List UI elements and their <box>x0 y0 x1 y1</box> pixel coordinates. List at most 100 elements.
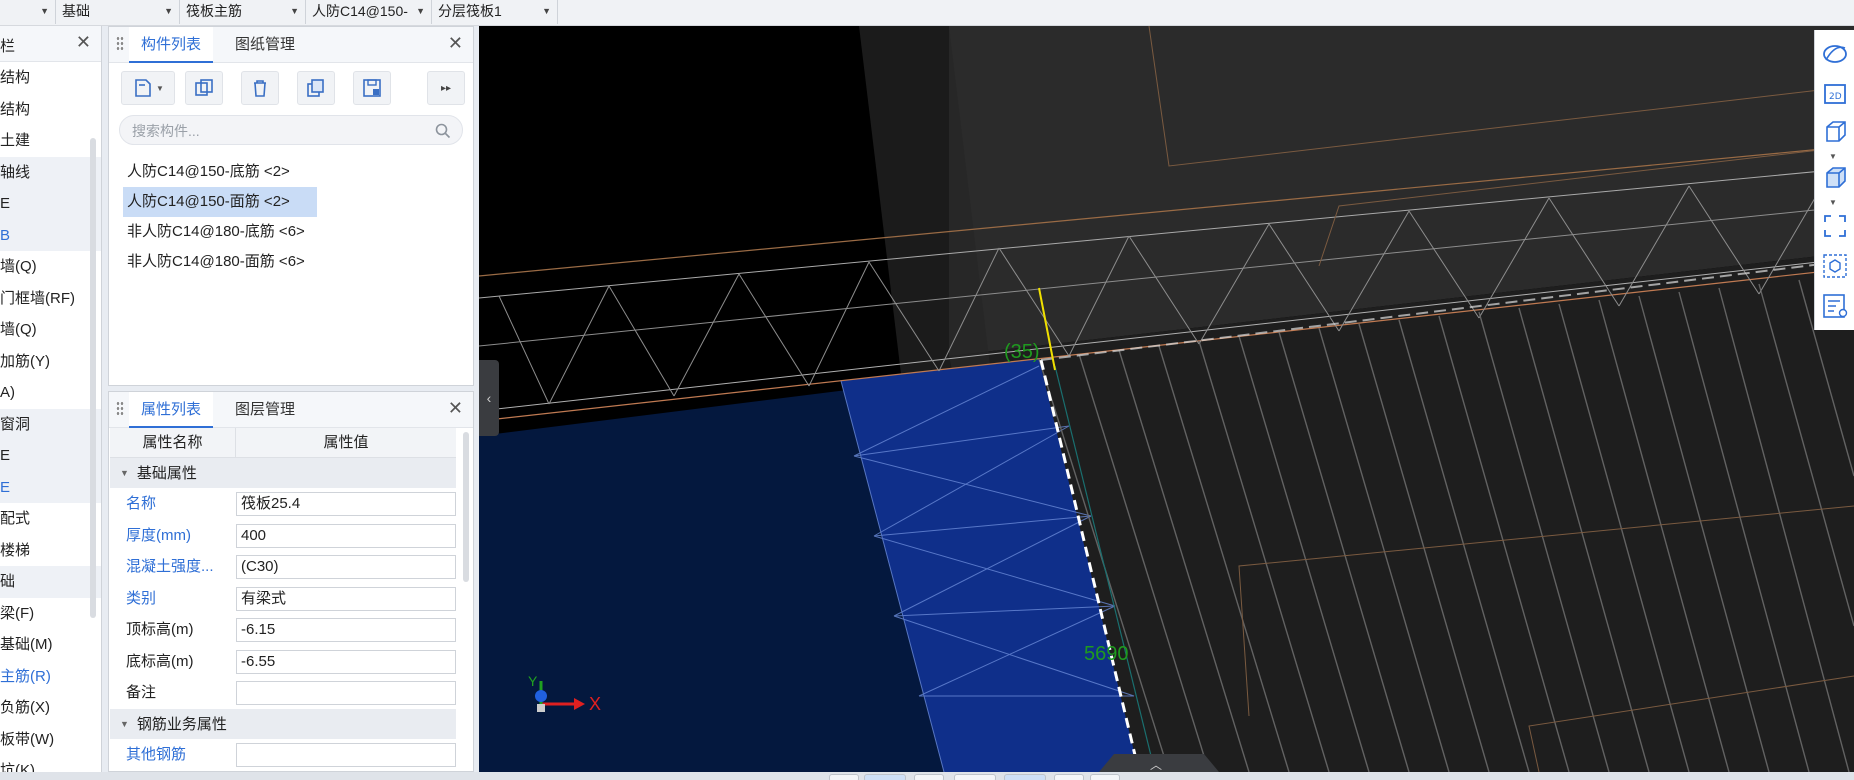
fullscreen-icon <box>1824 215 1846 237</box>
navigation-title: 栏 <box>0 38 16 55</box>
navigation-item[interactable]: 轴线 <box>0 156 101 188</box>
select-box-button[interactable] <box>1821 252 1849 280</box>
dropdown-blank[interactable]: ▼ <box>0 0 56 24</box>
dimension-label: (35) <box>1004 341 1040 363</box>
navigation-item[interactable]: 门框墙(RF) <box>0 283 101 315</box>
component-list-item[interactable]: 人防C14@150-面筋 <2> <box>123 187 317 217</box>
property-value-field[interactable]: -6.55 <box>236 649 456 674</box>
navigation-item[interactable]: 板带(W) <box>0 724 101 756</box>
status-toggle-button[interactable] <box>1004 774 1046 780</box>
property-row: 底标高(m) -6.55 <box>110 646 456 678</box>
cube-icon <box>1826 121 1846 142</box>
dropdown-component[interactable]: 人防C14@150- ▼ <box>306 0 432 24</box>
more-button[interactable]: ▸▸ <box>427 71 465 105</box>
chevron-down-icon: ▼ <box>40 6 49 16</box>
navigation-item[interactable]: 加筋(Y) <box>0 346 101 378</box>
tab-drawing-manage[interactable]: 图纸管理 <box>223 27 307 63</box>
dropdown-type[interactable]: 筏板主筋 ▼ <box>180 0 306 24</box>
navigation-item[interactable]: 梁(F) <box>0 598 101 630</box>
dropdown-category[interactable]: 基础 ▼ <box>56 0 180 24</box>
search-input[interactable] <box>132 121 432 141</box>
property-value-field[interactable] <box>236 742 456 767</box>
drawing-viewport[interactable]: (35) 5690 X Y ︿ <box>479 26 1854 772</box>
property-panel-tabs: 属性列表 图层管理 ✕ <box>109 392 473 428</box>
property-table-header: 属性名称 属性值 <box>110 428 456 458</box>
dropdown-type-value: 筏板主筋 <box>186 3 242 19</box>
navigation-item[interactable]: B <box>0 219 101 251</box>
status-toggle-button[interactable] <box>954 774 996 780</box>
navigation-item[interactable]: 基础(M) <box>0 629 101 661</box>
duplicate-button[interactable] <box>297 71 335 105</box>
status-toggle-button[interactable] <box>1090 774 1120 780</box>
navigation-item[interactable]: 墙(Q) <box>0 314 101 346</box>
navigation-item[interactable]: E <box>0 188 101 220</box>
model-canvas[interactable]: (35) 5690 X Y ︿ <box>479 26 1854 772</box>
navigation-item[interactable]: 负筋(X) <box>0 692 101 724</box>
copy-button[interactable] <box>185 71 223 105</box>
navigation-item[interactable]: 础 <box>0 566 101 598</box>
chevron-up-icon: ︿ <box>1150 758 1162 772</box>
property-table: 属性名称 属性值 ▼ 基础属性 名称 筏板25.4 厚度(mm) 400 混凝土强度...… <box>110 428 456 770</box>
navigation-item[interactable]: 主筋(R) <box>0 661 101 693</box>
save-template-button[interactable] <box>353 71 391 105</box>
property-panel: 属性列表 图层管理 ✕ 属性名称 属性值 ▼ 基础属性 名称 筏板25.4 厚度(mm… <box>108 391 474 772</box>
chevron-down-icon[interactable]: ▼ <box>1829 198 1837 207</box>
component-list-item[interactable]: 人防C14@150-底筋 <2> <box>123 157 317 187</box>
status-toggle-button[interactable] <box>829 774 859 780</box>
fullscreen-button[interactable] <box>1821 212 1849 240</box>
navigation-item[interactable]: 楼梯 <box>0 535 101 567</box>
property-value-field[interactable]: (C30) <box>236 555 456 579</box>
new-component-button[interactable]: ▼ <box>121 71 175 105</box>
dropdown-component-value: 人防C14@150- <box>312 3 408 19</box>
scrollbar[interactable] <box>463 432 469 582</box>
property-name: 类别 <box>126 589 157 607</box>
display-settings-button[interactable] <box>1821 292 1849 320</box>
chevron-down-icon[interactable]: ▼ <box>1829 152 1837 161</box>
property-row: 名称 筏板25.4 <box>110 488 456 520</box>
property-value-field[interactable]: 筏板25.4 <box>236 492 456 516</box>
tab-layer-manage[interactable]: 图层管理 <box>223 392 307 428</box>
view-3d-button[interactable] <box>1821 118 1849 146</box>
navigation-item[interactable]: 墙(Q) <box>0 251 101 283</box>
property-value-field[interactable] <box>236 681 456 705</box>
navigation-item[interactable]: E <box>0 471 101 503</box>
chevron-down-icon: ▼ <box>120 468 129 478</box>
property-name: 厚度(mm) <box>126 526 191 544</box>
property-value-field[interactable]: 400 <box>236 523 456 548</box>
navigation-item[interactable]: 结构 <box>0 62 101 94</box>
close-icon[interactable]: ✕ <box>448 33 463 54</box>
close-icon[interactable]: ✕ <box>448 398 463 419</box>
component-list-item[interactable]: 非人防C14@180-底筋 <6> <box>123 217 317 247</box>
property-group-rebar[interactable]: ▼ 钢筋业务属性 <box>110 708 456 739</box>
collapse-panel-tab[interactable]: ‹ <box>479 360 499 436</box>
drag-handle-icon[interactable] <box>116 36 124 52</box>
tab-property-list[interactable]: 属性列表 <box>129 392 214 428</box>
scrollbar[interactable] <box>90 138 96 618</box>
solid-view-button[interactable] <box>1821 164 1849 192</box>
component-search <box>119 115 463 145</box>
navigation-item[interactable]: 结构 <box>0 94 101 126</box>
orbit-button[interactable] <box>1821 40 1849 68</box>
drag-handle-icon[interactable] <box>116 401 124 417</box>
component-list-item[interactable]: 非人防C14@180-面筋 <6> <box>123 247 317 277</box>
navigation-item[interactable]: 土建 <box>0 125 101 157</box>
box-select-icon <box>1823 254 1847 278</box>
property-value-field[interactable]: -6.15 <box>236 618 456 642</box>
property-group-basic[interactable]: ▼ 基础属性 <box>110 458 456 488</box>
property-rows: 名称 筏板25.4 厚度(mm) 400 混凝土强度... (C30) 类别 有梁式 顶标高(m… <box>110 488 456 709</box>
tab-component-list[interactable]: 构件列表 <box>129 27 214 63</box>
navigation-item[interactable]: A) <box>0 377 101 409</box>
chevron-left-icon: ‹ <box>486 390 492 406</box>
dropdown-layer[interactable]: 分层筏板1 ▼ <box>432 0 558 24</box>
navigation-item[interactable]: 配式 <box>0 503 101 535</box>
navigation-item[interactable]: 窗洞 <box>0 408 101 440</box>
delete-button[interactable] <box>241 71 279 105</box>
property-value-field[interactable]: 有梁式 <box>236 586 456 611</box>
status-toggle-button[interactable] <box>1054 774 1084 780</box>
status-toggle-button[interactable] <box>864 774 906 780</box>
view-2d-button[interactable]: 2D <box>1821 80 1849 108</box>
search-icon[interactable] <box>434 122 452 140</box>
status-toggle-button[interactable] <box>914 774 944 780</box>
navigation-item[interactable]: E <box>0 440 101 472</box>
close-icon[interactable]: ✕ <box>76 32 91 53</box>
